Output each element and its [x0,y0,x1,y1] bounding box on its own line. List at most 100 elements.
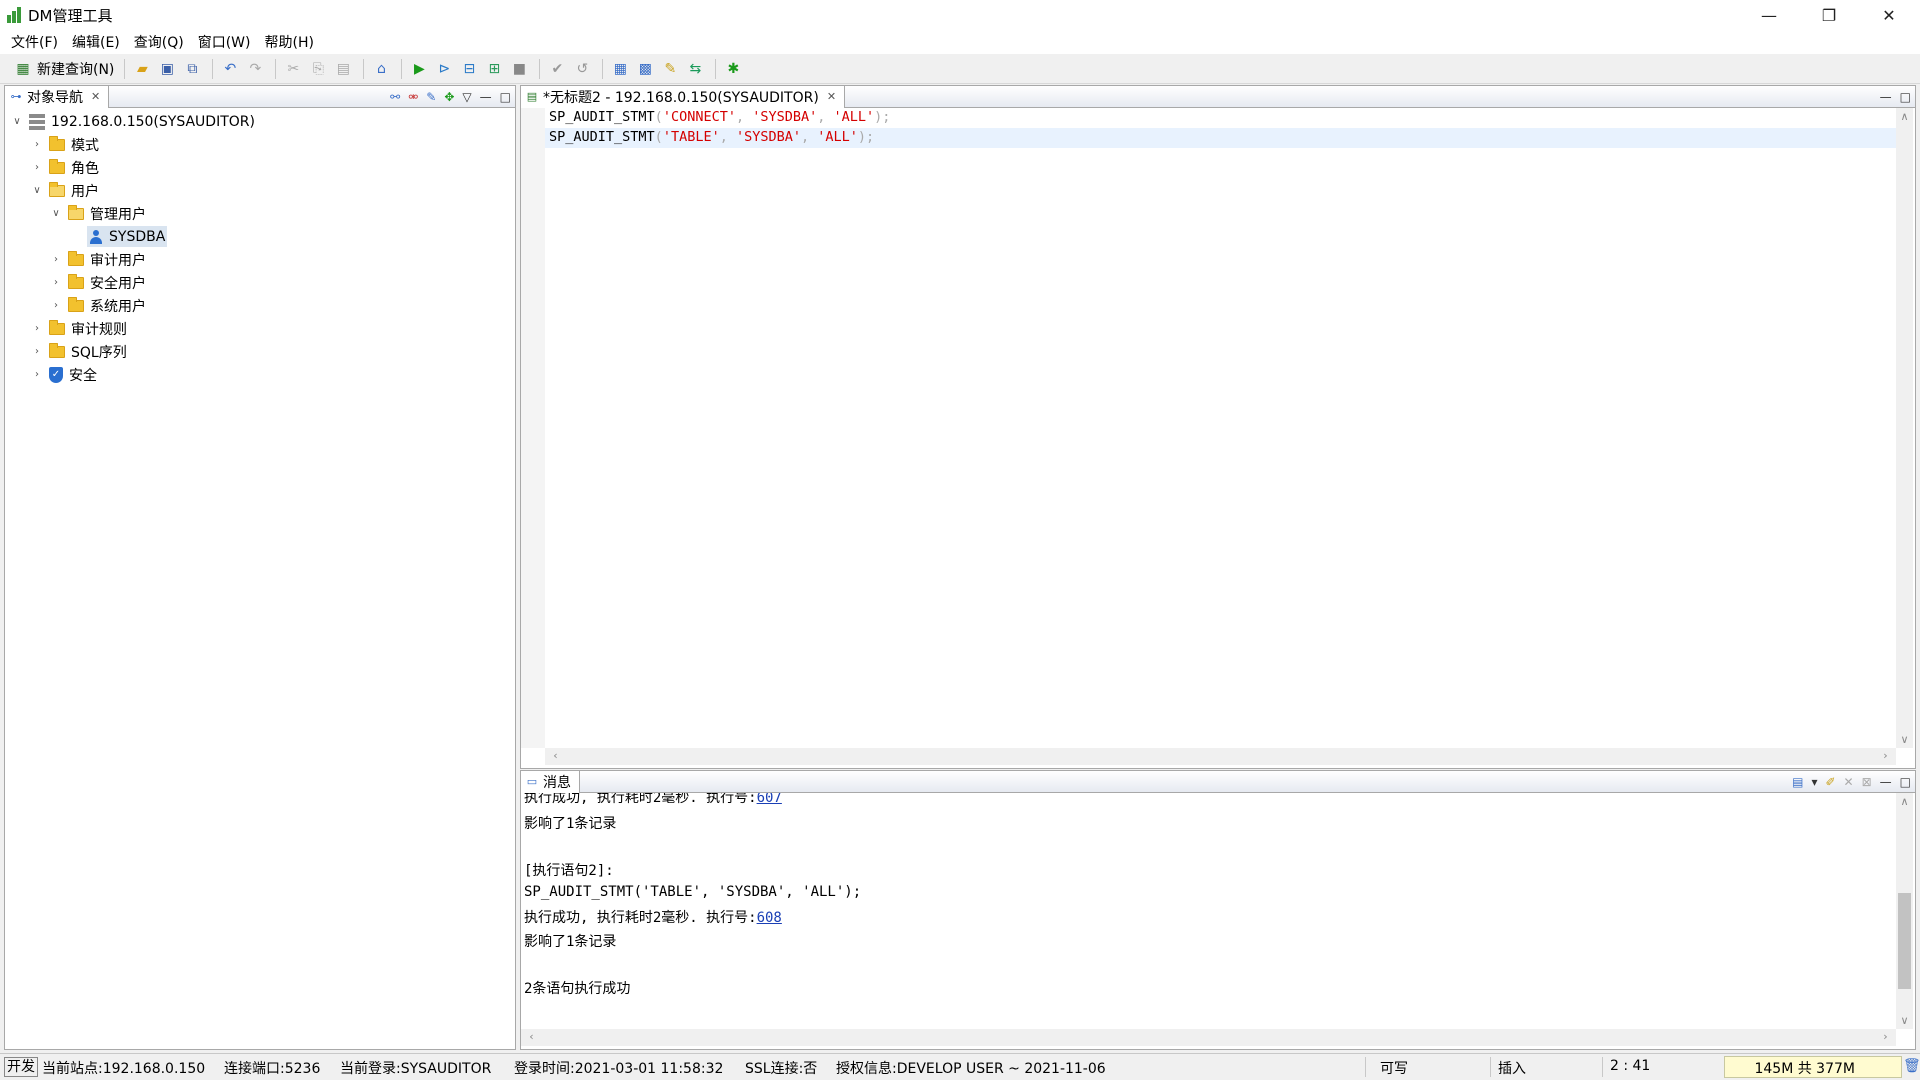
editor-horizontal-scrollbar[interactable]: ‹ › [545,748,1896,765]
editor-gutter [521,108,545,748]
execute-plan-icon[interactable]: ⊟ [458,58,480,80]
minimize-icon[interactable]: — [1880,90,1892,104]
status-separator [1365,1057,1366,1077]
message-line: 执行成功, 执行耗时2毫秒. 执行号:607 [524,793,782,807]
menu-file[interactable]: 文件(F) [4,32,65,52]
tree-node-audit-rules[interactable]: › 审计规则 [31,317,127,340]
tree-node-sysdba[interactable]: SYSDBA [87,225,168,248]
minimize-button[interactable]: — [1746,0,1792,30]
maximize-icon[interactable]: □ [1900,775,1911,789]
chevron-right-icon[interactable]: › [31,323,43,334]
schedule-icon[interactable]: ▩ [634,58,656,80]
remove-icon[interactable]: ✕ [1844,775,1854,789]
chevron-down-icon[interactable]: ∨ [31,185,43,196]
maximize-icon[interactable]: □ [1900,90,1911,104]
scrollbar-thumb[interactable] [1898,893,1911,989]
flow-icon[interactable]: ⇆ [684,58,706,80]
chevron-right-icon[interactable]: › [31,369,43,380]
tab-untitled-2[interactable]: ▤ *无标题2 - 192.168.0.150(SYSAUDITOR) ✕ [521,85,846,108]
maximize-icon[interactable]: □ [500,90,511,104]
restore-button[interactable]: ❐ [1806,0,1852,30]
tree-node-root[interactable]: ∨ 192.168.0.150(SYSAUDITOR) [11,110,255,133]
commit-icon[interactable]: ✔ [546,58,568,80]
execute-batch-icon[interactable]: ⊞ [483,58,505,80]
connect-icon[interactable]: ⚯ [390,90,400,104]
minimize-icon[interactable]: — [480,90,492,104]
minimize-icon[interactable]: — [1880,775,1892,789]
tab-messages[interactable]: ▭ 消息 [521,770,580,793]
console-icon[interactable]: ▤ [1792,775,1803,789]
chevron-right-icon[interactable]: › [31,162,43,173]
stop-icon[interactable]: ■ [508,58,530,80]
chevron-down-icon[interactable]: ∨ [50,208,62,219]
home-icon[interactable]: ⌂ [370,58,392,80]
menu-edit[interactable]: 编辑(E) [65,32,127,52]
execute-icon[interactable]: ▶ [408,58,430,80]
chevron-right-icon[interactable]: › [31,346,43,357]
redo-icon[interactable]: ↷ [244,58,266,80]
clear-icon[interactable]: ✐ [1825,775,1835,789]
rollback-icon[interactable]: ↺ [571,58,593,80]
chevron-right-icon[interactable]: › [50,254,62,265]
tree-node-role[interactable]: › 角色 [31,156,99,179]
tree-node-security-users[interactable]: › 安全用户 [50,271,146,294]
tree-node-security[interactable]: › ✓ 安全 [31,363,97,386]
chevron-up-icon[interactable]: ∧ [1896,795,1913,808]
selected-node[interactable]: SYSDBA [87,226,168,247]
chevron-right-icon[interactable]: › [50,277,62,288]
chevron-left-icon[interactable]: ‹ [523,1030,540,1043]
debug-step-icon[interactable]: ✎ [659,58,681,80]
tree-node-system-users[interactable]: › 系统用户 [50,294,146,317]
close-icon[interactable]: ✕ [827,90,836,103]
chevron-right-icon[interactable]: › [1877,749,1894,762]
garbage-collect-icon[interactable]: 🗑 [1903,1058,1920,1074]
menu-query[interactable]: 查询(Q) [127,32,191,52]
tree-node-label: 用户 [71,183,99,200]
bug-icon[interactable]: ✱ [722,58,744,80]
editor-vertical-scrollbar[interactable]: ∧ ∨ [1896,108,1913,748]
messages-vertical-scrollbar[interactable]: ∧ ∨ [1896,793,1913,1029]
tab-object-navigator[interactable]: ⊶ 对象导航 ✕ [5,85,110,108]
copy-icon[interactable]: ⎘ [307,58,329,80]
remove-all-icon[interactable]: ⊠ [1862,775,1872,789]
messages-horizontal-scrollbar[interactable]: ‹ › [521,1029,1896,1046]
new-query-icon[interactable]: ▦ [12,58,34,80]
tree-node-audit-users[interactable]: › 审计用户 [50,248,146,271]
execute-script-icon[interactable]: ⊳ [433,58,455,80]
save-icon[interactable]: ▣ [156,58,178,80]
sql-file-icon: ▤ [526,90,538,103]
chevron-right-icon[interactable]: › [31,139,43,150]
tree-node-schema[interactable]: › 模式 [31,133,99,156]
chevron-down-icon[interactable]: ∨ [1896,733,1913,746]
save-all-icon[interactable]: ⧉ [181,58,203,80]
menu-window[interactable]: 窗口(W) [191,32,258,52]
dropdown-icon[interactable]: ▾ [1811,775,1817,789]
server-icon [29,113,45,130]
paste-icon[interactable]: ▤ [332,58,354,80]
edit-icon[interactable]: ✎ [426,90,436,104]
execution-id-link[interactable]: 607 [757,793,782,806]
sql-editor[interactable]: SP_AUDIT_STMT('CONNECT', 'SYSDBA', 'ALL'… [545,108,1896,748]
chevron-right-icon[interactable]: › [1877,1030,1894,1043]
chevron-down-icon[interactable]: ∨ [11,116,23,127]
tree-node-user[interactable]: ∨ 用户 [31,179,99,202]
close-icon[interactable]: ✕ [91,90,100,103]
expand-icon[interactable]: ✥ [444,90,454,104]
chevron-up-icon[interactable]: ∧ [1896,110,1913,123]
undo-icon[interactable]: ↶ [219,58,241,80]
open-folder-icon[interactable]: ▰ [131,58,153,80]
close-button[interactable]: ✕ [1866,0,1912,30]
execution-id-link[interactable]: 608 [757,910,782,926]
chevron-right-icon[interactable]: › [50,300,62,311]
new-query-button[interactable]: 新建查询(N) [37,59,114,79]
view-menu-icon[interactable]: ▽ [462,90,471,104]
chevron-left-icon[interactable]: ‹ [547,749,564,762]
calendar-icon[interactable]: ▦ [609,58,631,80]
disconnect-icon[interactable]: ⚮ [408,90,418,104]
memory-indicator[interactable]: 145M 共 377M [1724,1056,1902,1078]
tree-node-sql-sequence[interactable]: › SQL序列 [31,340,127,363]
cut-icon[interactable]: ✂ [282,58,304,80]
menu-help[interactable]: 帮助(H) [258,32,321,52]
chevron-down-icon[interactable]: ∨ [1896,1014,1913,1027]
tree-node-admin-users[interactable]: ∨ 管理用户 [50,202,146,225]
